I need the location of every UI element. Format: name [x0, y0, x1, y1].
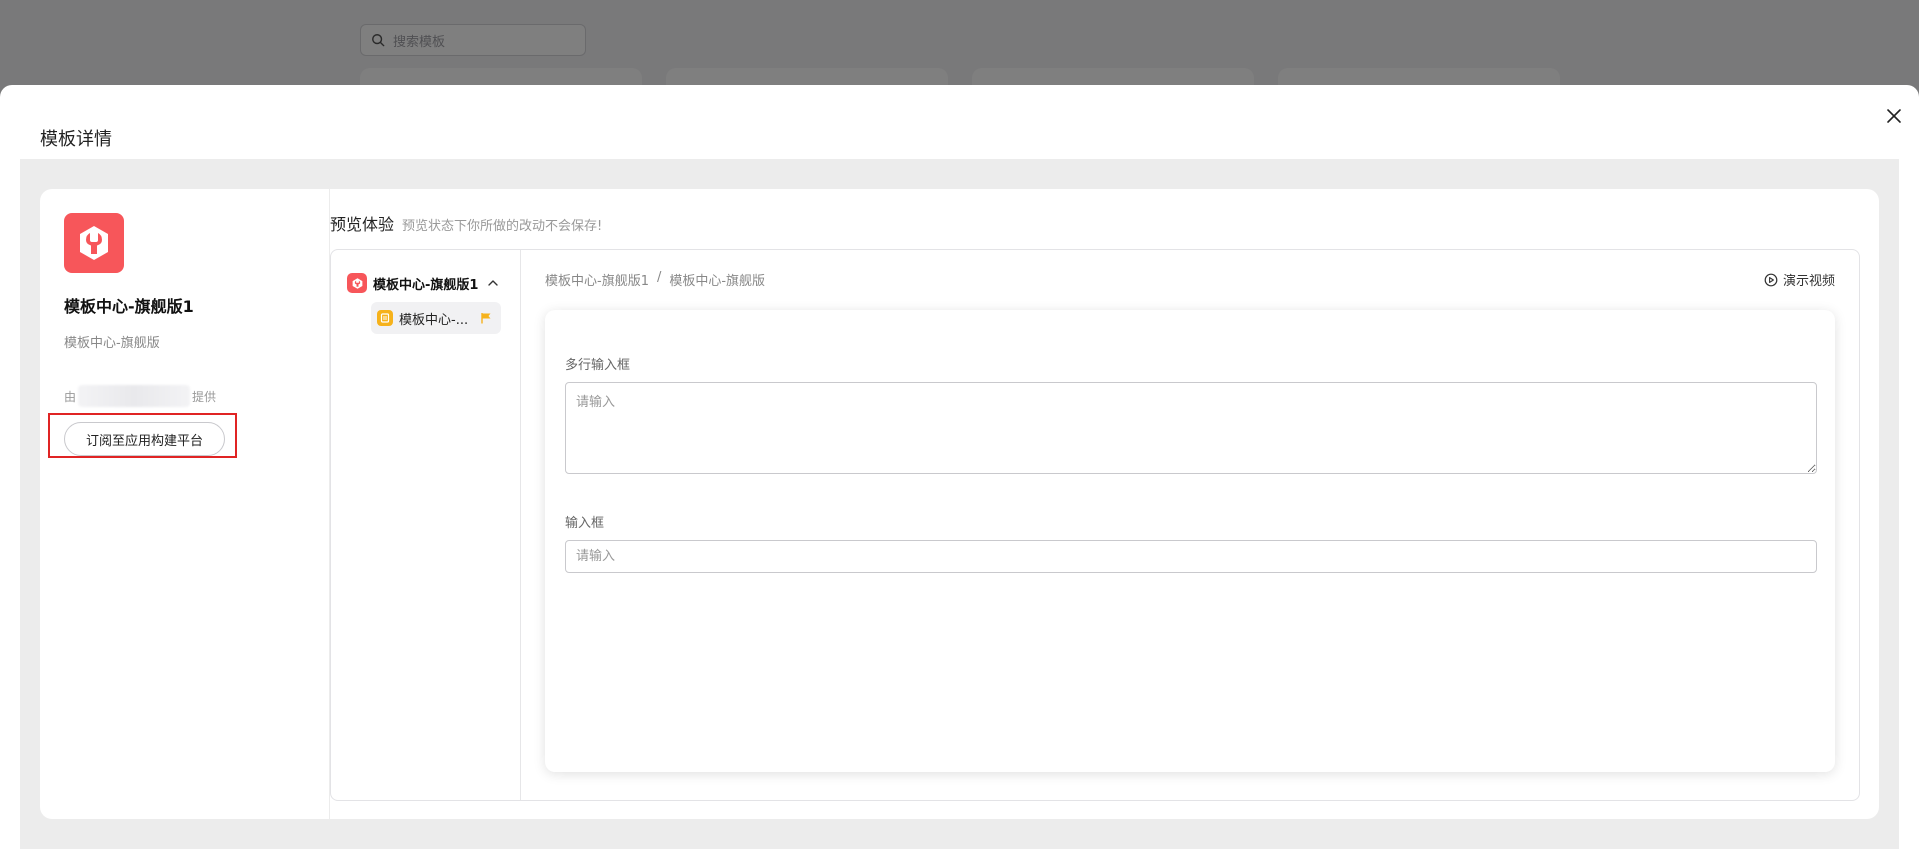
close-icon	[1887, 109, 1901, 123]
provider-name-redacted	[78, 385, 191, 407]
multiline-input[interactable]	[565, 382, 1817, 474]
subscribe-button[interactable]: 订阅至应用构建平台	[64, 422, 225, 456]
play-circle-icon	[1764, 273, 1778, 286]
app-icon	[64, 213, 124, 273]
modal-body: 模板中心-旗舰版1 模板中心-旗舰版 由 提供 订阅至应用构建平台 预览体验 预…	[20, 159, 1899, 849]
demo-video-link[interactable]: 演示视频	[1764, 270, 1835, 289]
input-field-label: 输入框	[565, 516, 605, 531]
preview-header: 预览体验 预览状态下你所做的改动不会保存!	[330, 211, 602, 235]
flag-icon	[481, 313, 491, 324]
modal-title: 模板详情	[40, 129, 112, 150]
provider-suffix: 提供	[192, 389, 217, 404]
text-input[interactable]	[565, 540, 1817, 573]
app-small-icon	[347, 273, 367, 293]
app-description: 模板中心-旗舰版	[64, 336, 160, 351]
form-page-icon	[377, 310, 393, 326]
breadcrumb-item-page: 模板中心-旗舰版	[669, 274, 766, 289]
provider-info: 由 提供	[64, 385, 216, 407]
preview-frame: 模板中心-旗舰版1 模板中心-... 模板中心-旗舰版1 / 模板中心-旗舰版 …	[330, 249, 1860, 801]
breadcrumb-separator: /	[656, 270, 662, 285]
tree-child-item[interactable]: 模板中心-...	[371, 302, 501, 334]
breadcrumb: 模板中心-旗舰版1 / 模板中心-旗舰版	[545, 270, 765, 289]
template-detail-modal: 模板详情 模板中心-旗舰版1 模板中心-旗舰版 由 提供 订阅至应用构建平台 预…	[0, 85, 1919, 859]
document-icon	[380, 313, 390, 323]
close-button[interactable]	[1884, 106, 1904, 126]
breadcrumb-item-app[interactable]: 模板中心-旗舰版1	[545, 270, 649, 289]
demo-video-label: 演示视频	[1783, 274, 1836, 289]
page-tree: 模板中心-旗舰版1 模板中心-...	[331, 250, 521, 800]
tree-child-label: 模板中心-...	[399, 312, 469, 328]
chevron-up-icon[interactable]	[486, 276, 500, 290]
multiline-field-label: 多行输入框	[565, 358, 631, 373]
tree-root-item[interactable]: 模板中心-旗舰版1	[347, 272, 517, 294]
content-card: 模板中心-旗舰版1 模板中心-旗舰版 由 提供 订阅至应用构建平台 预览体验 预…	[40, 189, 1879, 819]
template-info-panel: 模板中心-旗舰版1 模板中心-旗舰版 由 提供 订阅至应用构建平台	[40, 189, 330, 819]
preview-title: 预览体验	[330, 215, 395, 234]
preview-note: 预览状态下你所做的改动不会保存!	[402, 219, 603, 234]
form-card: 多行输入框 输入框	[545, 310, 1835, 772]
wrench-icon	[80, 226, 108, 260]
preview-main: 模板中心-旗舰版1 / 模板中心-旗舰版 演示视频 多行输入框 请输入 输入框 …	[521, 250, 1859, 800]
wrench-icon	[352, 277, 362, 289]
app-name: 模板中心-旗舰版1	[64, 297, 194, 316]
provider-prefix: 由	[64, 389, 77, 404]
tree-root-label: 模板中心-旗舰版1	[373, 277, 479, 293]
